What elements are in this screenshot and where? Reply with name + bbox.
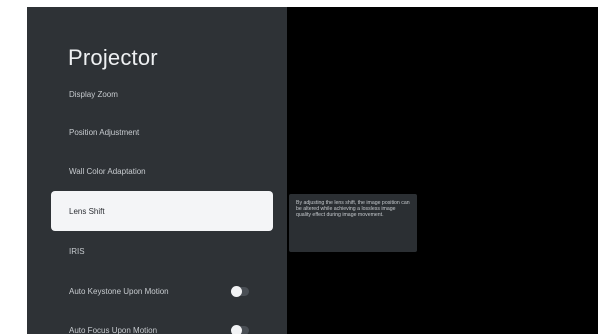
menu-item-label: Position Adjustment — [69, 127, 140, 137]
toggle-knob — [231, 325, 242, 334]
lens-shift-description-tooltip: By adjusting the lens shift, the image p… — [289, 194, 417, 252]
menu-item-wall-color-adaptation[interactable]: Wall Color Adaptation — [51, 152, 273, 190]
settings-panel: Projector Display Zoom Position Adjustme… — [27, 7, 287, 334]
tooltip-text: By adjusting the lens shift, the image p… — [296, 200, 410, 219]
menu-item-auto-focus-upon-motion[interactable]: Auto Focus Upon Motion — [51, 311, 273, 334]
menu-item-position-adjustment[interactable]: Position Adjustment — [51, 113, 273, 151]
menu-item-display-zoom[interactable]: Display Zoom — [51, 75, 273, 113]
menu-item-label: Lens Shift — [69, 206, 105, 216]
tv-screen: Projector Display Zoom Position Adjustme… — [27, 7, 598, 334]
menu-item-auto-keystone-upon-motion[interactable]: Auto Keystone Upon Motion — [51, 272, 273, 310]
page-title: Projector — [68, 45, 158, 70]
menu-item-lens-shift[interactable]: Lens Shift — [51, 191, 273, 231]
auto-keystone-toggle[interactable] — [231, 286, 249, 297]
menu-item-label: IRIS — [69, 246, 85, 256]
menu-item-label: Wall Color Adaptation — [69, 166, 146, 176]
menu-item-iris[interactable]: IRIS — [51, 232, 273, 270]
toggle-knob — [231, 286, 242, 297]
menu-item-label: Display Zoom — [69, 89, 118, 99]
auto-focus-toggle[interactable] — [231, 325, 249, 334]
